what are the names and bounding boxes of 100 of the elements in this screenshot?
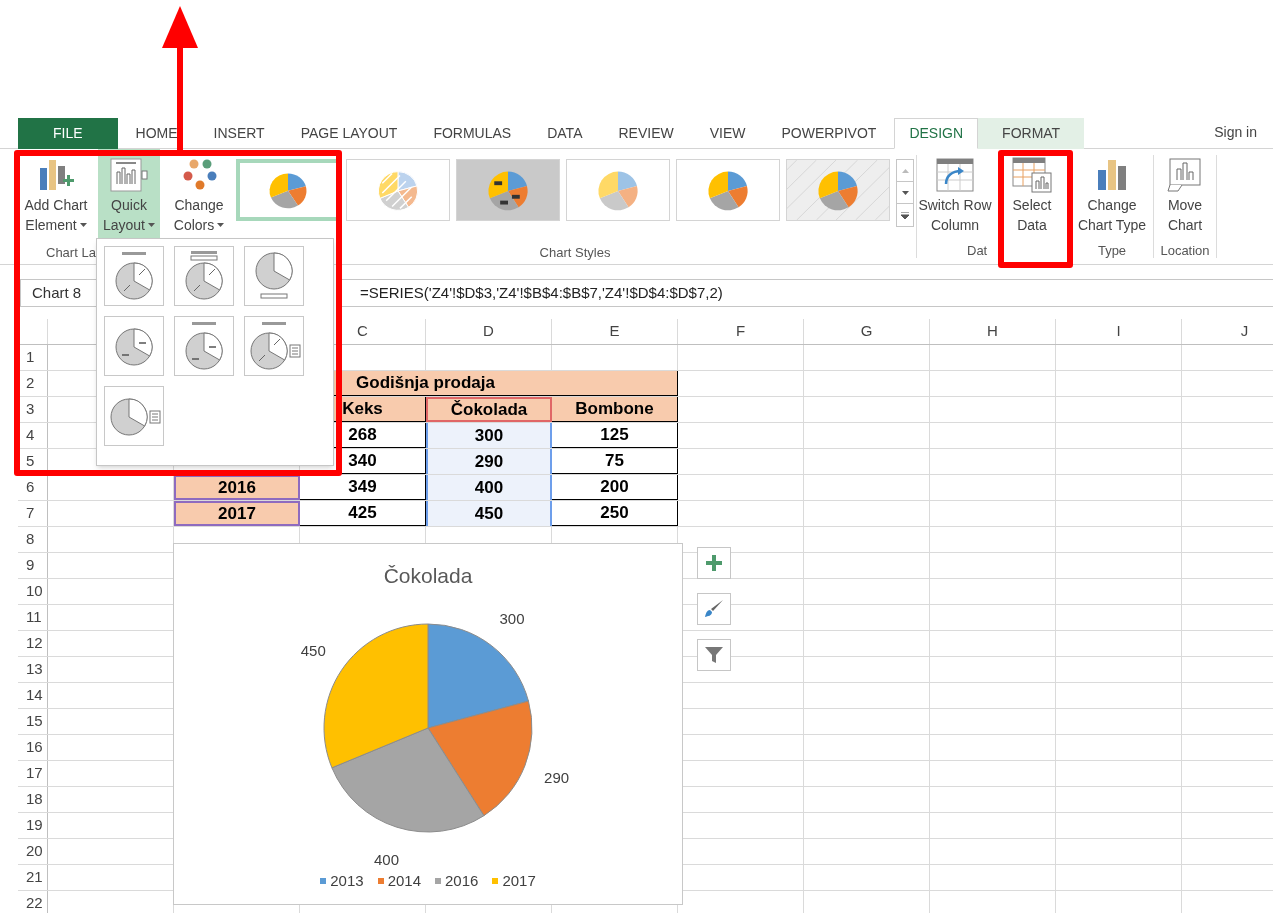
column-header[interactable]: G (804, 319, 930, 344)
row-header[interactable]: 13 (18, 657, 48, 682)
row-header[interactable]: 1 (18, 345, 48, 370)
plus-icon (706, 555, 722, 571)
ribbon-button[interactable]: Move Chart (1154, 149, 1216, 241)
layout-option[interactable] (244, 316, 304, 376)
data-label: 300 (499, 609, 525, 627)
row-header[interactable]: 8 (18, 527, 48, 552)
legend-label: 2016 (445, 871, 479, 891)
ribbon-tab[interactable]: FILE (18, 118, 118, 149)
caret-icon (148, 222, 155, 227)
chart-style-thumbnail[interactable] (676, 159, 780, 221)
ribbon-button[interactable]: Quick Layout (98, 149, 160, 241)
data-label: 290 (544, 769, 570, 786)
ribbon-tab[interactable]: INSERT (195, 118, 283, 149)
row-header[interactable]: 16 (18, 735, 48, 760)
table-cell: 425 (300, 501, 426, 526)
ribbon-button[interactable]: Select Data (999, 149, 1065, 241)
ribbon-tab[interactable]: FORMULAS (415, 118, 530, 149)
table-cell: 125 (552, 423, 678, 448)
ribbon-button[interactable]: Change Colors (164, 149, 234, 241)
chart-style-thumbnail[interactable] (456, 159, 560, 221)
row-header[interactable]: 11 (18, 605, 48, 630)
layout-option[interactable] (244, 246, 304, 306)
ribbon-tab[interactable]: PAGE LAYOUT (282, 118, 416, 149)
ribbon-tab[interactable]: POWERPIVOT (763, 118, 895, 149)
layout-option[interactable] (104, 316, 164, 376)
table-cell: Bombone (552, 397, 678, 422)
ribbon-tab[interactable]: DESIGN (894, 118, 979, 149)
row-header[interactable]: 5 (18, 449, 48, 474)
caret-icon (79, 222, 87, 227)
row-header[interactable]: 9 (18, 553, 48, 578)
chart-styles-button[interactable] (697, 593, 731, 625)
pie-slice[interactable] (331, 727, 485, 833)
ribbon-tab[interactable]: FORMAT (978, 118, 1085, 149)
pie-slice[interactable] (427, 700, 533, 817)
add-element-button[interactable] (697, 547, 731, 579)
ribbon-tab[interactable]: HOME (117, 118, 196, 149)
row-header[interactable]: 2 (18, 371, 48, 396)
more-icon (901, 211, 909, 219)
row-header[interactable]: 21 (18, 865, 48, 890)
row-header[interactable]: 12 (18, 631, 48, 656)
table-cell: 300 (426, 423, 552, 448)
caret-down-icon (901, 190, 909, 195)
layout-option[interactable] (104, 386, 164, 446)
row-header[interactable]: 22 (18, 891, 48, 913)
row-header[interactable]: 10 (18, 579, 48, 604)
column-header[interactable]: I (1056, 319, 1182, 344)
row-header[interactable]: 6 (18, 475, 48, 500)
group-label: Chart La (45, 244, 97, 262)
table-cell: Čokolada (426, 397, 552, 422)
column-header[interactable]: E (552, 319, 678, 344)
data-label: 400 (374, 850, 399, 868)
chart-title: Čokolada (383, 563, 473, 589)
sign-in-link[interactable]: Sign in (1214, 117, 1257, 148)
layout-option[interactable] (174, 316, 234, 376)
table-chart-icon (1012, 157, 1052, 193)
bar-chart-plus-icon (38, 158, 74, 192)
ribbon-tab[interactable]: DATA (529, 118, 601, 149)
table-cell: 2017 (174, 501, 300, 526)
caret-up-icon (901, 168, 909, 173)
column-header[interactable]: F (678, 319, 804, 344)
filter-icon (705, 646, 723, 664)
ribbon-tab[interactable]: VIEW (691, 118, 764, 149)
data-label: 450 (300, 642, 326, 660)
row-header[interactable]: 17 (18, 761, 48, 786)
legend-label: 2013 (330, 871, 364, 891)
ribbon-button[interactable]: Change Chart Type (1071, 149, 1153, 241)
row-header[interactable]: 20 (18, 839, 48, 864)
chart-area[interactable]: Čokolada 300 290 400 450 2013 2014 2016 2017 (173, 543, 683, 905)
chart-style-thumbnail[interactable] (786, 159, 890, 221)
chart-style-thumbnail[interactable] (566, 159, 670, 221)
column-header[interactable]: D (426, 319, 552, 344)
ribbon-button[interactable]: Switch Row Column (917, 149, 993, 241)
formula-field[interactable]: =SERIES('Z4'!$D$3,'Z4'!$B$4:$B$7,'Z4'!$D$4:$D$7,2) (342, 279, 1273, 307)
ribbon-button[interactable]: Add Chart Element (18, 149, 94, 241)
group-label: Chart Styles (538, 244, 612, 262)
column-header[interactable]: J (1182, 319, 1273, 344)
row-header[interactable]: 3 (18, 397, 48, 422)
table-cell: 400 (426, 475, 552, 500)
row-header[interactable]: 7 (18, 501, 48, 526)
group-label: Type (1096, 242, 1128, 260)
pie-slice[interactable] (427, 623, 529, 729)
chart-layout-icon (110, 158, 148, 192)
row-header[interactable]: 18 (18, 787, 48, 812)
ribbon-tab[interactable]: REVIEW (600, 118, 692, 149)
group-label: Location (1159, 242, 1211, 260)
row-header[interactable]: 14 (18, 683, 48, 708)
column-header[interactable]: H (930, 319, 1056, 344)
chart-style-thumbnail[interactable] (346, 159, 450, 221)
layout-option[interactable] (174, 246, 234, 306)
layout-option[interactable] (104, 246, 164, 306)
move-chart-icon (1167, 158, 1203, 192)
legend-label: 2017 (502, 871, 536, 891)
row-header[interactable]: 4 (18, 423, 48, 448)
table-cell: 2016 (174, 475, 300, 500)
row-header[interactable]: 15 (18, 709, 48, 734)
filter-button[interactable] (697, 639, 731, 671)
table-cell: 349 (300, 475, 426, 500)
row-header[interactable]: 19 (18, 813, 48, 838)
